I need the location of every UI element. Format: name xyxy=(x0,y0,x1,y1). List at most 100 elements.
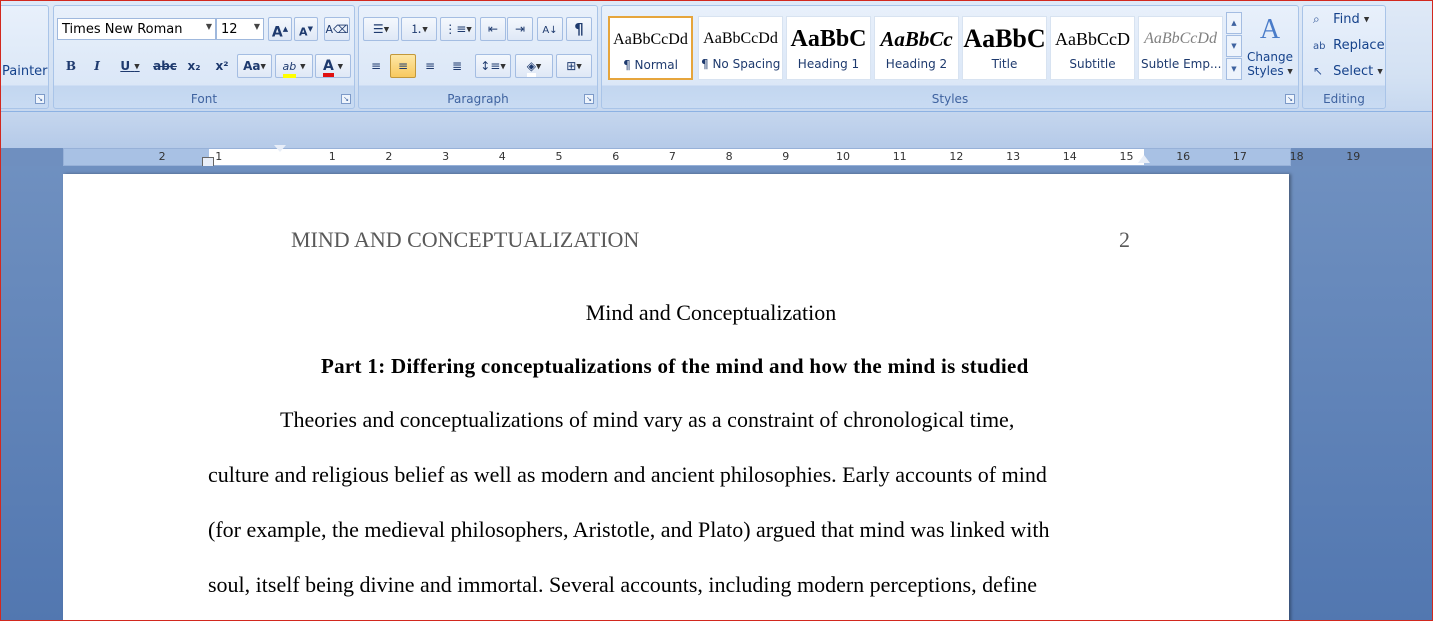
font-dialog-launcher-icon[interactable]: ↘ xyxy=(341,94,351,104)
font-group: Times New Roman ▼ 12 ▼ A▲ A▼ A⌫ B I U ▼ … xyxy=(53,5,355,109)
numbering-icon: ⒈ xyxy=(410,22,423,36)
chevron-down-icon: ▼ xyxy=(205,22,212,31)
ruler-label: 11 xyxy=(892,150,907,163)
styles-group: AaBbCcDd ¶ Normal AaBbCcDd ¶ No Spacing … xyxy=(601,5,1299,109)
document-workspace: MIND AND CONCEPTUALIZATION 2 Mind and Co… xyxy=(1,166,1432,620)
borders-icon: ⊞ xyxy=(566,59,577,73)
style-heading-2[interactable]: AaBbCc Heading 2 xyxy=(874,16,959,80)
format-painter-button[interactable]: Painter xyxy=(2,64,48,79)
strikethrough-button[interactable]: abc xyxy=(150,54,180,78)
ruler-label: 15 xyxy=(1119,150,1134,163)
style-title[interactable]: AaBbC Title xyxy=(962,16,1047,80)
replace-button[interactable]: ab Replace xyxy=(1313,38,1385,53)
chevron-down-icon: ▼ xyxy=(576,62,582,71)
bullets-button[interactable]: ☰▼ xyxy=(363,17,399,41)
word-window: Painter ↘ Times New Roman ▼ 12 ▼ A▲ A▼ A… xyxy=(0,0,1433,621)
clear-formatting-button[interactable]: A⌫ xyxy=(324,17,350,41)
chevron-down-icon: ▼ xyxy=(337,62,344,71)
style-subtle-emphasis[interactable]: AaBbCcDd Subtle Emp... xyxy=(1138,16,1223,80)
borders-button[interactable]: ⊞▼ xyxy=(556,54,592,78)
change-case-button[interactable]: Aa▼ xyxy=(237,54,272,78)
style-name: Heading 1 xyxy=(797,57,860,71)
change-styles-button[interactable]: A Change Styles ▼ xyxy=(1245,10,1295,90)
paragraph-line: culture and religious belief as well as … xyxy=(208,462,1047,487)
align-left-button[interactable]: ≡ xyxy=(363,54,389,78)
ruler-label: 4 xyxy=(498,150,506,163)
styles-more-button[interactable]: ▼ xyxy=(1226,58,1242,80)
styles-scroll-up-button[interactable]: ▲ xyxy=(1226,12,1242,34)
highlight-button[interactable]: ab ▼ xyxy=(275,54,313,78)
ruler-label: 9 xyxy=(782,150,790,163)
line-spacing-button[interactable]: ↕≡▼ xyxy=(475,54,511,78)
font-name-combo[interactable]: Times New Roman ▼ xyxy=(57,18,216,40)
document-page[interactable]: MIND AND CONCEPTUALIZATION 2 Mind and Co… xyxy=(63,174,1289,620)
chevron-down-icon: ▼ xyxy=(134,62,140,71)
styles-scroll-down-button[interactable]: ▼ xyxy=(1226,35,1242,57)
numbering-button[interactable]: ⒈▼ xyxy=(401,17,437,41)
paragraph-line: Theories and conceptualizations of mind … xyxy=(280,407,1015,432)
style-normal[interactable]: AaBbCcDd ¶ Normal xyxy=(608,16,693,80)
change-case-label: Aa xyxy=(243,59,261,73)
first-line-indent-marker[interactable] xyxy=(274,145,286,152)
ruler-label: 12 xyxy=(949,150,964,163)
decrease-indent-button[interactable]: ⇤ xyxy=(480,17,506,41)
style-name: ¶ Normal xyxy=(623,58,678,72)
style-heading-1[interactable]: AaBbC Heading 1 xyxy=(786,16,871,80)
chevron-down-icon: ▼ xyxy=(422,25,428,34)
ruler-label: 2 xyxy=(385,150,393,163)
underline-button[interactable]: U ▼ xyxy=(114,54,146,78)
sort-button[interactable]: A↓ xyxy=(537,17,563,41)
increase-indent-icon: ⇥ xyxy=(514,22,526,36)
grow-font-button[interactable]: A▲ xyxy=(268,17,292,41)
style-subtitle[interactable]: AaBbCcD Subtitle xyxy=(1050,16,1135,80)
superscript-button[interactable]: x² xyxy=(210,54,234,78)
font-color-icon: A xyxy=(322,59,334,77)
shading-button[interactable]: ◈▼ xyxy=(515,54,553,78)
clipboard-launcher-icon[interactable]: ↘ xyxy=(35,94,45,104)
justify-icon: ≣ xyxy=(451,59,463,73)
ruler-label: 17 xyxy=(1232,150,1247,163)
chevron-down-icon: ▼ xyxy=(300,62,306,71)
align-center-icon: ≡ xyxy=(397,59,409,73)
style-sample: AaBbCcDd xyxy=(1144,30,1217,47)
paragraph-dialog-launcher-icon[interactable]: ↘ xyxy=(584,94,594,104)
ribbon: Painter ↘ Times New Roman ▼ 12 ▼ A▲ A▼ A… xyxy=(1,1,1432,112)
multilevel-list-button[interactable]: ⋮≡▼ xyxy=(440,17,476,41)
align-center-button[interactable]: ≡ xyxy=(390,54,416,78)
paragraph-line: soul, itself being divine and immortal. … xyxy=(208,572,1038,597)
increase-indent-button[interactable]: ⇥ xyxy=(507,17,533,41)
replace-icon: ab xyxy=(1313,41,1326,52)
styles-dialog-launcher-icon[interactable]: ↘ xyxy=(1285,94,1295,104)
horizontal-ruler[interactable]: 2 1 1 2 3 4 5 6 7 8 9 10 11 12 13 14 15 16 17 18 19 xyxy=(63,145,1360,167)
ruler-label: 18 xyxy=(1289,150,1304,163)
subscript-button[interactable]: x₂ xyxy=(182,54,206,78)
italic-button[interactable]: I xyxy=(86,54,108,78)
font-color-button[interactable]: A ▼ xyxy=(315,54,351,78)
ruler-label: 13 xyxy=(1006,150,1021,163)
show-formatting-marks-button[interactable]: ¶ xyxy=(566,17,592,41)
ruler-label: 8 xyxy=(725,150,733,163)
font-size-combo[interactable]: 12 ▼ xyxy=(216,18,264,40)
align-right-button[interactable]: ≡ xyxy=(417,54,443,78)
ruler-label: 5 xyxy=(555,150,563,163)
part-heading: Part 1: Differing conceptualizations of … xyxy=(321,354,1029,378)
shrink-font-button[interactable]: A▼ xyxy=(294,17,318,41)
justify-button[interactable]: ≣ xyxy=(444,54,470,78)
font-group-label: Font xyxy=(190,92,218,106)
line-spacing-icon: ↕≡ xyxy=(480,59,501,73)
ruler-label: 14 xyxy=(1062,150,1077,163)
find-button[interactable]: ⌕ Find ▼ xyxy=(1313,12,1369,27)
change-styles-label-2: Styles xyxy=(1247,64,1284,78)
bold-button[interactable]: B xyxy=(60,54,82,78)
document-title: Mind and Conceptualization xyxy=(585,300,837,325)
right-indent-marker[interactable] xyxy=(1138,155,1150,163)
paragraph-group-label: Paragraph xyxy=(447,92,509,106)
style-no-spacing[interactable]: AaBbCcDd ¶ No Spacing xyxy=(698,16,783,80)
style-sample: AaBbCc xyxy=(880,27,953,51)
ruler-label: 16 xyxy=(1176,150,1191,163)
style-name: ¶ No Spacing xyxy=(701,57,781,71)
cursor-arrow-icon: ↖ xyxy=(1313,64,1324,78)
align-left-icon: ≡ xyxy=(370,59,382,73)
underline-label: U xyxy=(120,59,131,73)
select-button[interactable]: ↖ Select ▼ xyxy=(1313,64,1383,79)
